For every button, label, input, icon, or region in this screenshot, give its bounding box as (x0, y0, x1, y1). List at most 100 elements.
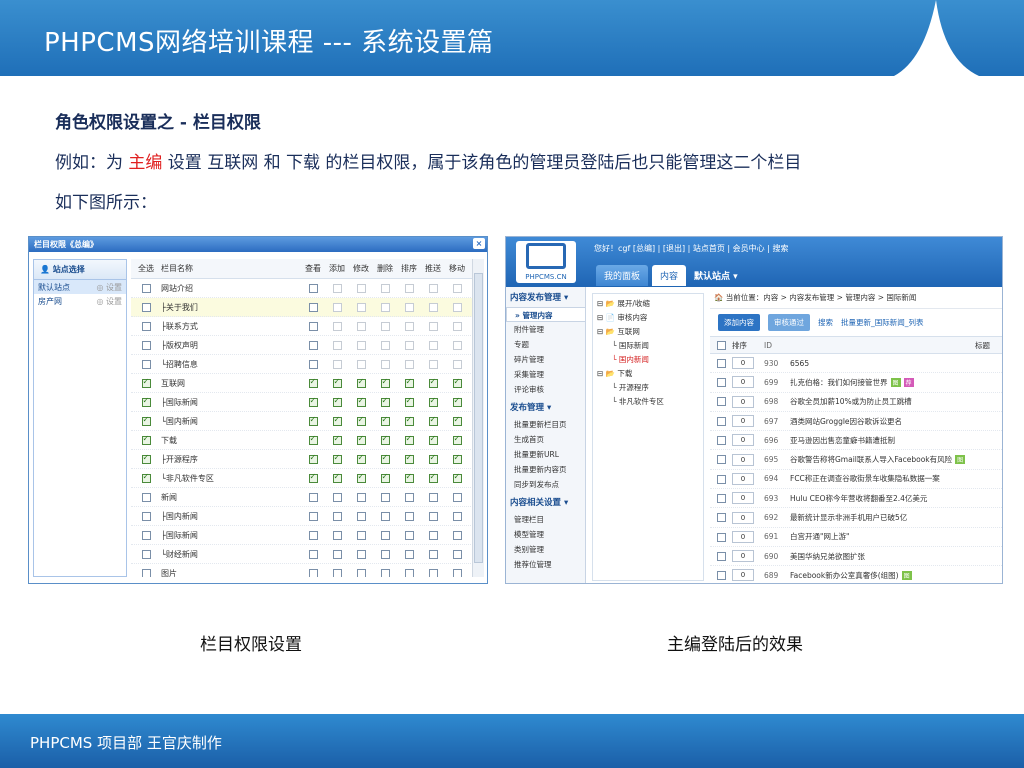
sidebar-section[interactable]: 内容发布管理 ▾ (506, 287, 585, 307)
select-all-checkbox[interactable] (141, 302, 151, 312)
permission-checkbox[interactable] (452, 415, 462, 426)
tree-node[interactable]: └ 国际新闻 (597, 340, 699, 354)
permission-checkbox[interactable] (452, 568, 462, 577)
sidebar-section[interactable]: 发布管理 ▾ (506, 397, 585, 417)
top-links[interactable]: 您好！cgf [总编] | [退出] | 站点首页 | 会员中心 | 搜索 (594, 243, 788, 254)
permission-checkbox[interactable] (308, 549, 318, 559)
sidebar-item[interactable]: 附件管理 (506, 322, 585, 337)
order-input[interactable]: 0 (732, 511, 754, 524)
site-row[interactable]: 房产网 ◎ 设置 (34, 294, 126, 308)
article-title[interactable]: 酒类网站Groggle因谷歌诉讼更名 (790, 417, 902, 426)
permission-checkbox[interactable] (428, 415, 438, 426)
tree-node[interactable]: ⊟ 📂 互联网 (597, 326, 699, 340)
permission-checkbox[interactable] (404, 511, 414, 521)
permission-checkbox[interactable] (356, 511, 366, 521)
permission-checkbox[interactable] (404, 549, 414, 559)
order-input[interactable]: 0 (732, 530, 754, 543)
site-dropdown[interactable]: 默认站点 ▾ (690, 265, 742, 286)
permission-checkbox[interactable] (356, 415, 366, 426)
sidebar-item[interactable]: 模型管理 (506, 527, 585, 542)
row-checkbox[interactable] (716, 551, 726, 561)
tree-node[interactable]: └ 非凡软件专区 (597, 396, 699, 410)
search-link[interactable]: 搜索 (818, 317, 833, 328)
sidebar-item[interactable]: 评论审核 (506, 382, 585, 397)
permission-checkbox[interactable] (380, 511, 390, 521)
permission-checkbox[interactable] (452, 511, 462, 521)
select-all-checkbox[interactable] (141, 415, 151, 426)
permission-checkbox[interactable] (308, 321, 318, 331)
row-checkbox[interactable] (716, 493, 726, 503)
article-title[interactable]: 6565 (790, 359, 809, 368)
permission-checkbox[interactable] (332, 472, 342, 483)
sidebar-item[interactable]: 管理栏目 (506, 512, 585, 527)
permission-checkbox[interactable] (380, 492, 390, 502)
sidebar-item[interactable]: 批量更新URL (506, 447, 585, 462)
permission-checkbox[interactable] (308, 434, 318, 445)
site-set-link[interactable]: ◎ 设置 (96, 296, 122, 306)
permission-checkbox[interactable] (428, 568, 438, 577)
permission-checkbox[interactable] (452, 530, 462, 540)
tree-node[interactable]: ⊟ 📄 审核内容 (597, 312, 699, 326)
grid-scrollbar[interactable] (472, 259, 484, 577)
permission-checkbox[interactable] (452, 434, 462, 445)
permission-checkbox[interactable] (356, 453, 366, 464)
permission-checkbox[interactable] (380, 434, 390, 445)
permission-checkbox[interactable] (308, 283, 318, 293)
select-all-checkbox[interactable] (141, 568, 151, 577)
row-checkbox[interactable] (716, 571, 726, 581)
row-checkbox[interactable] (716, 378, 726, 388)
article-title[interactable]: 扎克伯格：我们如何接管世界 (790, 378, 888, 387)
permission-checkbox[interactable] (308, 377, 318, 388)
order-input[interactable]: 0 (732, 415, 754, 428)
select-all-checkbox[interactable] (141, 492, 151, 502)
sidebar-item[interactable]: » 管理内容 (506, 307, 585, 322)
row-checkbox[interactable] (716, 436, 726, 446)
permission-checkbox[interactable] (428, 396, 438, 407)
close-icon[interactable]: × (473, 238, 485, 249)
sidebar-item[interactable]: 推荐位管理 (506, 557, 585, 572)
sidebar-item[interactable]: 生成首页 (506, 432, 585, 447)
permission-checkbox[interactable] (308, 396, 318, 407)
permission-checkbox[interactable] (404, 492, 414, 502)
permission-checkbox[interactable] (452, 549, 462, 559)
sidebar-item[interactable]: 采集管理 (506, 367, 585, 382)
article-title[interactable]: FCC称正在调查谷歌街景车收集隐私数据一案 (790, 474, 940, 483)
select-all-checkbox[interactable] (141, 511, 151, 521)
permission-checkbox[interactable] (428, 434, 438, 445)
permission-checkbox[interactable] (308, 302, 318, 312)
permission-checkbox[interactable] (308, 472, 318, 483)
batch-update-link[interactable]: 批量更新_国际新闻_列表 (841, 317, 924, 328)
permission-checkbox[interactable] (380, 415, 390, 426)
permission-checkbox[interactable] (404, 568, 414, 577)
article-title[interactable]: 谷歌全员加薪10%或为防止员工跳槽 (790, 397, 912, 406)
article-title[interactable]: 最新统计显示非洲手机用户已破5亿 (790, 513, 907, 522)
permission-checkbox[interactable] (332, 377, 342, 388)
select-all-checkbox[interactable] (141, 434, 151, 445)
sidebar-item[interactable]: 批量更新栏目页 (506, 417, 585, 432)
permission-checkbox[interactable] (332, 453, 342, 464)
order-input[interactable]: 0 (732, 492, 754, 505)
permission-checkbox[interactable] (452, 377, 462, 388)
permission-checkbox[interactable] (404, 530, 414, 540)
permission-checkbox[interactable] (428, 453, 438, 464)
permission-checkbox[interactable] (428, 377, 438, 388)
select-all-checkbox[interactable] (141, 453, 151, 464)
permission-checkbox[interactable] (356, 549, 366, 559)
permission-checkbox[interactable] (380, 568, 390, 577)
sidebar-item[interactable]: 同步到发布点 (506, 477, 585, 492)
permission-checkbox[interactable] (332, 396, 342, 407)
order-input[interactable]: 0 (732, 472, 754, 485)
permission-checkbox[interactable] (356, 530, 366, 540)
permission-checkbox[interactable] (332, 492, 342, 502)
permission-checkbox[interactable] (428, 530, 438, 540)
permission-checkbox[interactable] (308, 511, 318, 521)
permission-checkbox[interactable] (332, 415, 342, 426)
article-title[interactable]: 亚马逊因出售恋童癖书籍遭抵制 (790, 436, 895, 445)
permission-checkbox[interactable] (404, 453, 414, 464)
permission-checkbox[interactable] (380, 472, 390, 483)
permission-checkbox[interactable] (308, 359, 318, 369)
add-content-button[interactable]: 添加内容 (718, 314, 760, 331)
permission-checkbox[interactable] (332, 549, 342, 559)
select-all-checkbox[interactable] (141, 472, 151, 483)
article-title[interactable]: 谷歌警告称将Gmail联系人导入Facebook有风险 (790, 455, 952, 464)
